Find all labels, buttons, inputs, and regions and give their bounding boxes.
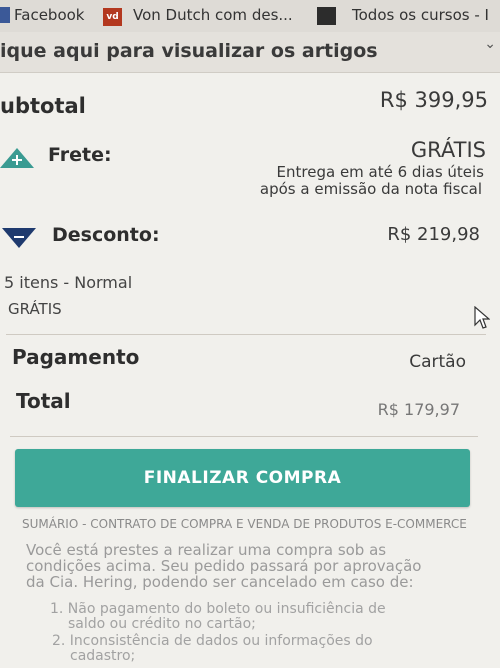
frete-label: Frete: [48, 144, 112, 166]
divider [6, 334, 486, 335]
contract-item2-line1: 2. Inconsistência de dados ou informaçõe… [52, 633, 373, 649]
view-articles-bar[interactable]: ique aqui para visualizar os artigos ⌄ [0, 32, 500, 73]
bookmark-von-dutch[interactable]: Von Dutch com des... [133, 6, 293, 24]
pagamento-label: Pagamento [12, 345, 140, 369]
facebook-icon [0, 7, 10, 23]
bookmark-facebook-label: Facebook [14, 6, 85, 24]
bookmark-icon [317, 7, 336, 25]
contract-para-line3: da Cia. Hering, podendo ser cancelado em… [26, 573, 414, 591]
desconto-label: Desconto: [52, 224, 160, 246]
total-value: R$ 179,97 [377, 400, 460, 419]
pagamento-value: Cartão [409, 352, 466, 372]
contract-title: SUMÁRIO - CONTRATO DE COMPRA E VENDA DE … [22, 517, 467, 531]
divider [10, 436, 478, 437]
minus-triangle-icon[interactable] [2, 228, 36, 248]
desconto-value: R$ 219,98 [387, 224, 480, 245]
view-articles-text: ique aqui para visualizar os artigos [0, 40, 378, 62]
bookmarks-bar: Facebook vd Von Dutch com des... Todos o… [0, 0, 500, 33]
total-label: Total [16, 389, 71, 413]
von-dutch-icon: vd [103, 8, 122, 26]
bookmark-von-dutch-label: Von Dutch com des... [133, 6, 293, 24]
subtotal-value: R$ 399,95 [379, 88, 488, 112]
cursor-icon [474, 306, 490, 329]
contract-paragraph: Você está prestes a realizar uma compra … [26, 542, 466, 590]
bookmark-todos[interactable]: Todos os cursos - I [352, 6, 489, 24]
contract-para-line2: condições acima. Seu pedido passará por … [26, 557, 422, 575]
finalize-purchase-button[interactable]: FINALIZAR COMPRA [15, 449, 470, 507]
bookmark-facebook[interactable]: Facebook [0, 6, 85, 24]
chevron-down-icon[interactable]: ⌄ [484, 36, 496, 52]
plus-triangle-icon[interactable] [0, 148, 34, 168]
frete-note-line2: após a emissão da nota fiscal [259, 180, 482, 198]
contract-item2-line2: cadastro; [70, 648, 136, 664]
contract-item1-line1: 1. Não pagamento do boleto ou insuficiên… [50, 601, 386, 617]
contract-para-line1: Você está prestes a realizar uma compra … [26, 541, 387, 559]
frete-note-line1: Entrega em até 6 dias úteis [276, 163, 484, 181]
subtotal-label: ubtotal [0, 94, 86, 118]
items-shipping: GRÁTIS [8, 300, 62, 318]
items-text: 5 itens - Normal [4, 273, 133, 292]
bookmark-todos-label: Todos os cursos - I [352, 6, 489, 24]
frete-value: GRÁTIS [410, 138, 486, 162]
contract-item1-line2: saldo ou crédito no cartão; [68, 616, 256, 632]
